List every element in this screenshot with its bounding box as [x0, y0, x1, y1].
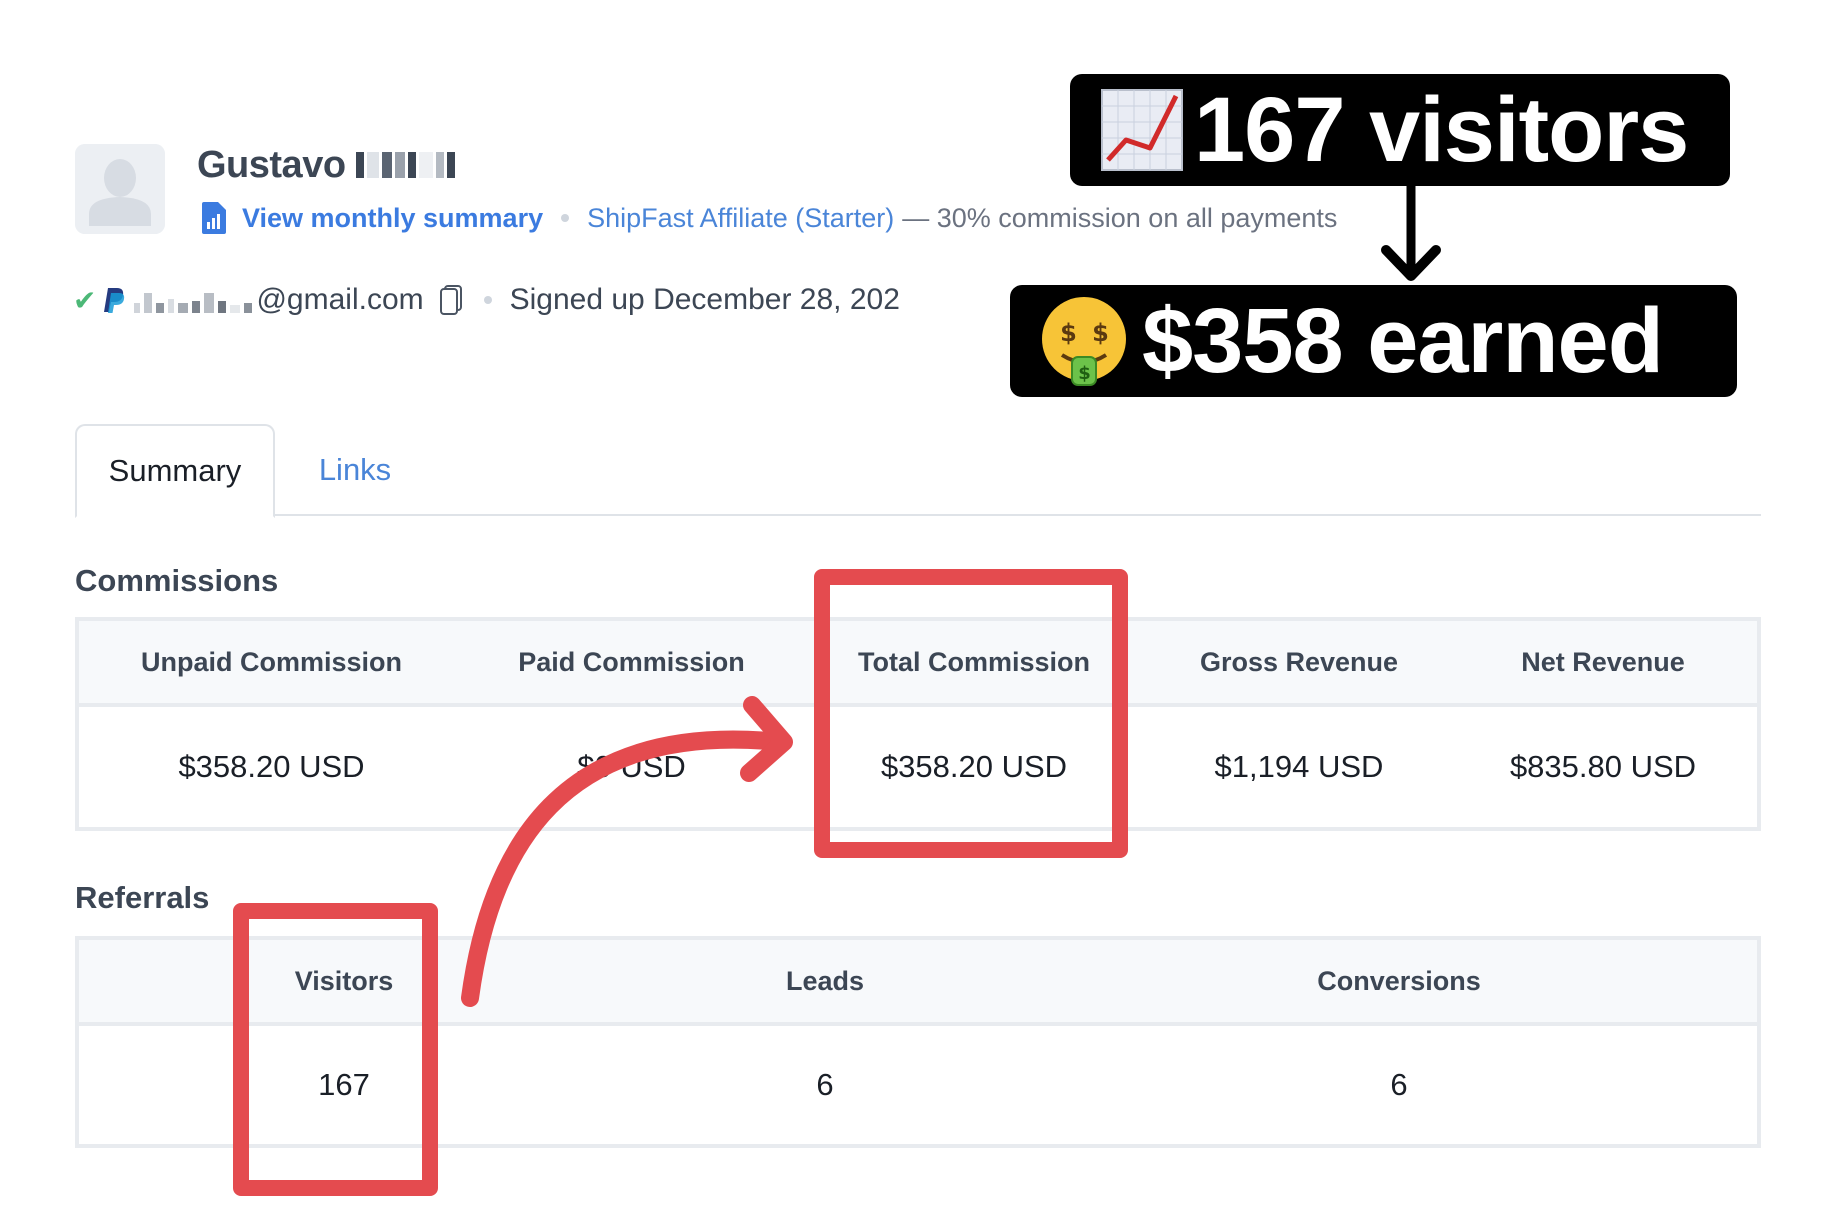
referrals-title: Referrals: [75, 880, 210, 915]
paypal-icon: [104, 288, 125, 313]
affiliate-links-row: View monthly summary ShipFast Affiliate …: [202, 200, 1337, 236]
tab-links[interactable]: Links: [305, 424, 405, 516]
view-monthly-summary-link[interactable]: View monthly summary: [242, 203, 543, 234]
value-paid-commission: $0 USD: [577, 749, 686, 784]
redacted-email-local-part: [134, 287, 253, 313]
email-domain: @gmail.com: [256, 283, 424, 316]
tab-bar: Summary Links: [75, 424, 1761, 518]
callout-earned: $ $ $ $358 earned: [1010, 285, 1737, 397]
header-visitors: Visitors: [294, 965, 394, 996]
separator-dot: [483, 296, 492, 304]
affiliate-first-name: Gustavo: [197, 143, 346, 186]
referrals-value-row: 167 6 6: [79, 1026, 1757, 1144]
program-link[interactable]: ShipFast Affiliate (Starter): [587, 203, 894, 234]
header-total-commission: Total Commission: [857, 646, 1091, 677]
value-conversions: 6: [1390, 1067, 1408, 1102]
svg-text:$: $: [1078, 363, 1090, 384]
down-arrow-head: [1381, 245, 1441, 281]
value-gross-revenue: $1,194 USD: [1214, 749, 1384, 784]
commissions-header-row: Unpaid Commission Paid Commission Total …: [79, 621, 1757, 707]
separator-dot: [561, 214, 570, 222]
value-net-revenue: $835.80 USD: [1509, 749, 1697, 784]
user-placeholder-icon: [75, 144, 165, 234]
value-unpaid-commission: $358.20 USD: [178, 749, 365, 784]
verified-check-icon: ✔: [73, 284, 97, 316]
callout-visitors-text: 167 visitors: [1194, 78, 1689, 181]
header-conversions: Conversions: [1317, 965, 1481, 996]
callout-earned-text: $358 earned: [1142, 289, 1664, 392]
commissions-value-row: $358.20 USD $0 USD $358.20 USD $1,194 US…: [79, 707, 1757, 827]
affiliate-name-row: Gustavo: [197, 142, 455, 188]
commissions-table: Unpaid Commission Paid Commission Total …: [75, 617, 1761, 831]
chart-increasing-icon: [1101, 89, 1183, 171]
money-mouth-face-icon: $ $ $: [1042, 297, 1126, 386]
commissions-title: Commissions: [75, 563, 279, 598]
header-leads: Leads: [785, 965, 865, 996]
program-terms: — 30% commission on all payments: [902, 202, 1338, 233]
value-visitors: 167: [318, 1067, 370, 1102]
avatar: [75, 144, 165, 234]
report-document-icon: [202, 202, 226, 234]
value-total-commission: $358.20 USD: [880, 749, 1068, 784]
header-net-revenue: Net Revenue: [1521, 646, 1685, 677]
referrals-header-row: Visitors Leads Conversions: [79, 940, 1757, 1026]
payout-email-row: ✔ @gmail.com Signed up December 28, 202: [73, 280, 900, 320]
svg-text:$: $: [1060, 319, 1076, 347]
header-gross-revenue: Gross Revenue: [1199, 646, 1399, 677]
tab-summary[interactable]: Summary: [75, 424, 275, 518]
callout-visitors: 167 visitors: [1070, 74, 1730, 186]
referrals-table: Visitors Leads Conversions 167 6 6: [75, 936, 1761, 1148]
tab-summary-label: Summary: [108, 453, 242, 488]
value-leads: 6: [816, 1067, 834, 1102]
header-paid-commission: Paid Commission: [518, 646, 745, 677]
header-unpaid-commission: Unpaid Commission: [140, 646, 403, 677]
copy-icon[interactable]: [438, 284, 466, 316]
svg-text:$: $: [1092, 319, 1108, 347]
tab-links-label: Links: [318, 452, 392, 487]
signup-date: Signed up December 28, 202: [509, 283, 900, 316]
redacted-last-name: [355, 150, 455, 180]
